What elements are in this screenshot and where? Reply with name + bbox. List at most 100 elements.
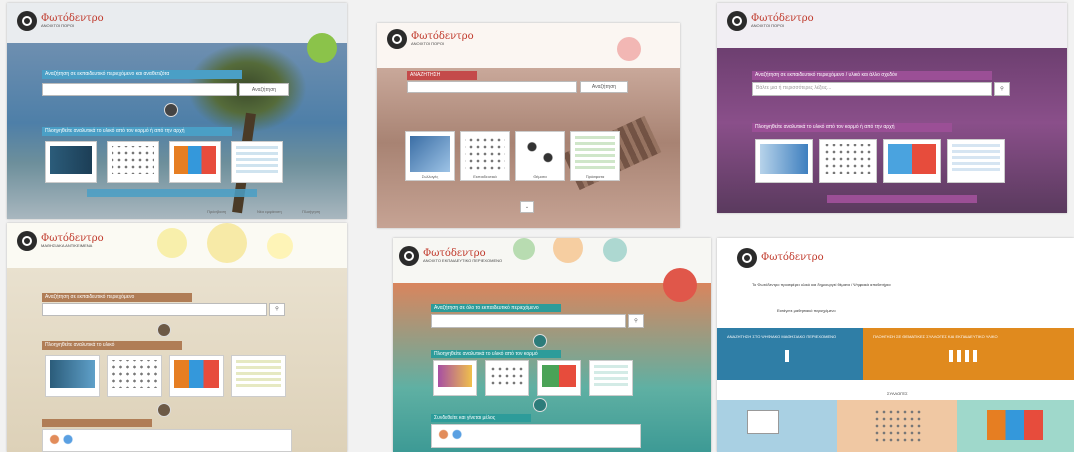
card-collections[interactable]	[45, 141, 97, 183]
people-icon	[47, 433, 77, 449]
browse-heading-bar: Πλοηγηθείτε αναλυτικά το υλικό από τον κ…	[431, 350, 561, 358]
card-collections[interactable]	[45, 355, 100, 397]
search-input[interactable]: Βάλτε μια ή περισσότερες λέξεις...	[752, 82, 992, 96]
card-subjects[interactable]	[883, 139, 941, 183]
books-icon	[542, 365, 576, 387]
card-network[interactable]	[819, 139, 877, 183]
screenshot-purple: Φωτόδεντρο ΑΝΟΙΧΤΟΙ ΠΟΡΟΙ Αναζήτηση σε ε…	[717, 3, 1067, 213]
card-network[interactable]: Εκπαιδευτικά	[460, 131, 510, 181]
network-icon	[112, 146, 154, 174]
search-panel[interactable]: ΑΝΑΖΗΤΗΣΗ ΣΤΟ ΨΗΦΙΑΚΟ ΜΑΘΗΣΙΑΚΟ ΠΕΡΙΕΧΟΜ…	[717, 328, 863, 380]
apps-icon	[987, 410, 1043, 440]
card-recent[interactable]: Πρόσφατα	[570, 131, 620, 181]
topics-icon	[520, 136, 560, 172]
search-input[interactable]	[431, 314, 626, 328]
card-network[interactable]	[485, 360, 529, 396]
bokeh-1	[157, 228, 187, 258]
search-panel-title: ΑΝΑΖΗΤΗΣΗ ΣΤΟ ΨΗΦΙΑΚΟ ΜΑΘΗΣΙΑΚΟ ΠΕΡΙΕΧΟΜ…	[727, 334, 837, 339]
search-icon[interactable]: ⚲	[994, 82, 1010, 96]
card-subjects[interactable]	[537, 360, 581, 396]
search-input[interactable]	[42, 303, 267, 316]
network-icon	[490, 365, 524, 387]
footer-link-3[interactable]: Πλοήγηση	[302, 209, 320, 214]
card-recent[interactable]	[947, 139, 1005, 183]
card-network[interactable]	[107, 355, 162, 397]
footer-strip	[87, 189, 257, 197]
photos-icon	[410, 136, 450, 172]
logo-subtitle: ΑΝΟΙΧΤΟΙ ΠΟΡΟΙ	[751, 23, 785, 28]
search-icon[interactable]: ⚲	[269, 303, 285, 316]
or-divider-icon	[533, 334, 547, 348]
or-divider-icon	[157, 323, 171, 337]
search-button[interactable]: Αναζήτηση	[580, 81, 628, 93]
search-icon[interactable]: ⚲	[628, 314, 644, 328]
logo-subtitle: ΑΝΟΙΧΤΟΙ ΠΟΡΟΙ	[411, 41, 445, 46]
footer-link-2[interactable]: Νέα εμφάνιση	[257, 209, 282, 214]
list-icon	[575, 136, 615, 172]
list-icon	[236, 360, 281, 388]
browse-heading-bar: Πλοηγηθείτε αναλυτικά το υλικό	[42, 341, 182, 350]
list-icon	[952, 144, 1000, 174]
search-heading-bar: Αναζήτηση σε εκπαιδευτικό περιεχόμενο	[42, 293, 192, 302]
search-heading-bar: Αναζήτηση σε εκπαιδευτικό περιεχόμενο κα…	[42, 70, 242, 79]
logo-icon	[727, 11, 747, 31]
bokeh-1	[513, 238, 535, 260]
logo-icon	[17, 231, 37, 251]
photos-icon	[50, 360, 95, 388]
community-bar	[42, 419, 152, 427]
search-button[interactable]: Αναζήτηση	[239, 83, 289, 96]
search-input[interactable]	[407, 81, 577, 93]
tile-collections[interactable]	[717, 400, 837, 452]
tile-subjects[interactable]	[957, 400, 1074, 452]
logo[interactable]: Φωτόδεντρο ΜΑΘΗΣΙΑΚΑ ΑΝΤΙΚΕΙΜΕΝΑ	[17, 231, 104, 251]
promo-badge[interactable]	[307, 33, 337, 63]
browse-panel[interactable]: ΠΛΟΗΓΗΣΗ ΣΕ ΘΕΜΑΤΙΚΕΣ ΣΥΛΛΟΓΕΣ ΚΑΙ ΕΚΠΑΙ…	[863, 328, 1074, 380]
screenshot-teal: Φωτόδεντρο ΑΝΟΙΧΤΟ ΕΚΠΑΙΔΕΥΤΙΚΟ ΠΕΡΙΕΧΟΜ…	[393, 238, 711, 452]
card-collections[interactable]	[433, 360, 477, 396]
logo[interactable]: Φωτόδεντρο ΑΝΟΙΧΤΟΙ ΠΟΡΟΙ	[387, 29, 474, 49]
logo[interactable]: Φωτόδεντρο ΑΝΟΙΧΤΟ ΕΚΠΑΙΔΕΥΤΙΚΟ ΠΕΡΙΕΧΟΜ…	[399, 246, 502, 266]
list-icon	[236, 146, 278, 174]
or-divider-icon	[164, 103, 178, 117]
footer-link-1[interactable]: Πρόσβαση	[207, 209, 226, 214]
card-subjects[interactable]	[169, 355, 224, 397]
card-recent[interactable]	[589, 360, 633, 396]
promo-badge[interactable]	[663, 268, 697, 302]
footer-strip	[827, 195, 977, 203]
bokeh-2	[553, 238, 583, 263]
photos-icon	[438, 365, 472, 387]
logo[interactable]: Φωτόδεντρο ΑΝΟΙΧΤΟΙ ΠΟΡΟΙ	[727, 11, 814, 31]
tile-network[interactable]	[837, 400, 957, 452]
card-recent[interactable]	[231, 355, 286, 397]
intro-text: Το Φωτόδεντρο προσφέρει υλικό και δημιου…	[752, 282, 891, 287]
card-network[interactable]	[107, 141, 159, 183]
apps-icon	[174, 360, 219, 388]
screenshot-panels: Φωτόδεντρο Το Φωτόδεντρο προσφέρει υλικό…	[717, 238, 1074, 452]
card-subjects[interactable]	[169, 141, 221, 183]
list-icon	[594, 365, 628, 387]
community-bar: Συνδεθείτε και γίνεται μέλος	[431, 414, 531, 422]
card-recent[interactable]	[231, 141, 283, 183]
bokeh-3	[603, 238, 627, 262]
logo-subtitle: ΜΑΘΗΣΙΑΚΑ ΑΝΤΙΚΕΙΜΕΝΑ	[41, 243, 93, 248]
card-collections[interactable]	[755, 139, 813, 183]
card-collections[interactable]: Συλλογές	[405, 131, 455, 181]
search-input[interactable]	[42, 83, 237, 96]
community-promo[interactable]	[42, 429, 292, 452]
logo-icon	[17, 11, 37, 31]
books-icon	[888, 144, 936, 174]
search-panel-icon	[785, 350, 789, 362]
search-heading-bar: Αναζήτηση σε εκπαιδευτικό περιεχόμενο / …	[752, 71, 992, 80]
network-icon	[112, 360, 157, 388]
card-subjects[interactable]: Θέματα	[515, 131, 565, 181]
promo-badge[interactable]	[617, 37, 641, 61]
network-icon	[465, 136, 505, 172]
logo[interactable]: Φωτόδεντρο ΑΝΟΙΧΤΟΙ ΠΟΡΟΙ	[17, 11, 104, 31]
photos-icon	[747, 410, 779, 434]
search-heading-bar: Αναζήτηση σε όλο το εκπαιδευτικό περιεχό…	[431, 304, 561, 312]
logo[interactable]: Φωτόδεντρο	[737, 248, 824, 268]
scroll-down-button[interactable]: ⌄	[520, 201, 534, 213]
browse-heading-bar: Πλοηγηθείτε αναλυτικά το υλικό από τον κ…	[752, 123, 952, 132]
content-link[interactable]: Εισάγετε μαθησιακό περιεχόμενο	[777, 308, 836, 313]
community-promo[interactable]	[431, 424, 641, 448]
